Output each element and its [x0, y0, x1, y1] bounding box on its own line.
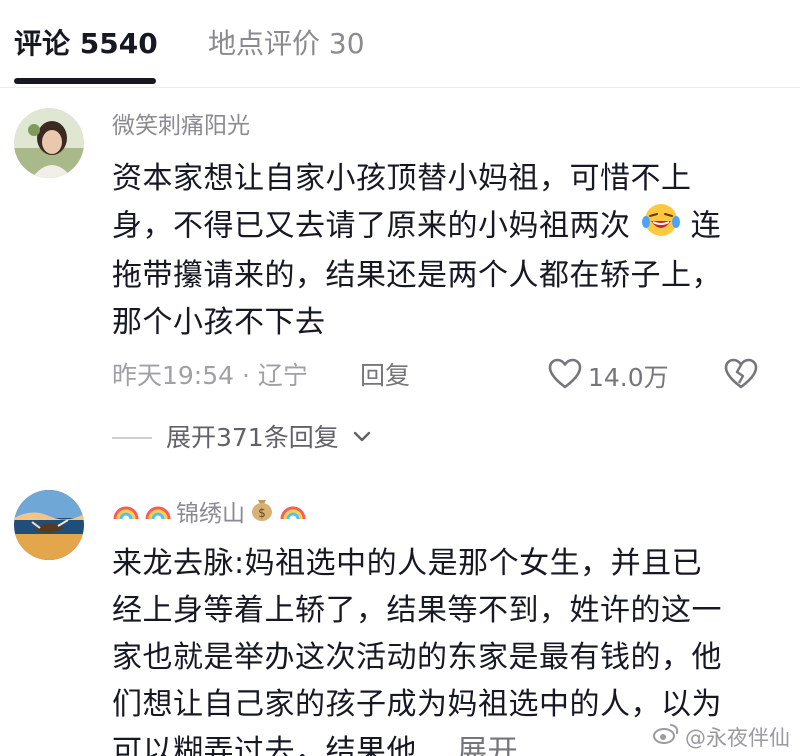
chevron-down-icon: [353, 429, 371, 448]
comment-line: 身，不得已又去请了原来的小妈祖两次 连: [112, 202, 772, 252]
comment-line: 那个小孩不下去: [112, 305, 326, 340]
tab-comments[interactable]: 评论 5540: [14, 24, 158, 64]
expand-divider: [112, 437, 152, 439]
comment-body: 资本家想让自家小孩顶替小妈祖，可惜不上 身，不得已又去请了原来的小妈祖两次 连 …: [112, 155, 772, 346]
avatar[interactable]: [14, 108, 84, 178]
comment-timestamp-location: 昨天19:54 · 辽宁: [112, 361, 308, 390]
like-button[interactable]: 14.0万: [548, 358, 669, 398]
comment-line: 来龙去脉:妈祖选中的人是那个女生，并且已: [112, 546, 703, 581]
comment-username[interactable]: 微笑刺痛阳光: [112, 110, 250, 142]
money-bag-icon: $: [249, 496, 275, 531]
rainbow-icon: [112, 498, 140, 530]
comment-line-text: 连: [690, 208, 722, 244]
dislike-button[interactable]: [724, 358, 758, 394]
weibo-logo-icon: [653, 723, 679, 752]
username-text: 微笑刺痛阳光: [112, 113, 250, 139]
active-tab-indicator: [14, 78, 156, 84]
tab-place-reviews[interactable]: 地点评价 30: [208, 24, 365, 64]
comment-tabs: 评论 5540 地点评价 30: [0, 0, 800, 88]
heart-icon: [548, 358, 582, 398]
svg-text:$: $: [258, 506, 266, 520]
comment-line-text: 身，不得已又去请了原来的小妈祖两次: [112, 208, 631, 244]
watermark-text: @永夜伴仙: [685, 725, 790, 750]
rainbow-icon: [279, 498, 307, 530]
comment-line: 经上身等着上轿了，结果等不到，姓许的这一: [112, 593, 722, 628]
comment-line: 家也就是举办这次活动的东家是最有钱的，他: [112, 640, 722, 675]
watermark: @永夜伴仙: [653, 723, 790, 752]
broken-heart-icon: [724, 358, 758, 394]
expand-replies-label: 展开371条回复: [166, 423, 339, 452]
username-text: 锦绣山: [176, 500, 245, 527]
avatar[interactable]: [14, 490, 84, 560]
expand-replies-button[interactable]: 展开371条回复: [112, 420, 371, 456]
expand-comment-link[interactable]: 展开: [457, 734, 518, 756]
laughing-crying-emoji-icon: [641, 202, 681, 252]
comment-line: 们想让自己家的孩子成为妈祖选中的人，以为: [112, 687, 722, 722]
comment-line: 拖带攥请来的，结果还是两个人都在轿子上，: [112, 258, 722, 293]
comment-line: 资本家想让自家小孩顶替小妈祖，可惜不上: [112, 161, 692, 196]
reply-button[interactable]: 回复: [360, 360, 410, 392]
comment-username[interactable]: 锦绣山 $: [112, 496, 307, 531]
comment-line-text: 可以糊弄过去，结果他...: [112, 734, 448, 756]
like-count: 14.0万: [588, 363, 669, 392]
rainbow-icon: [144, 498, 172, 530]
